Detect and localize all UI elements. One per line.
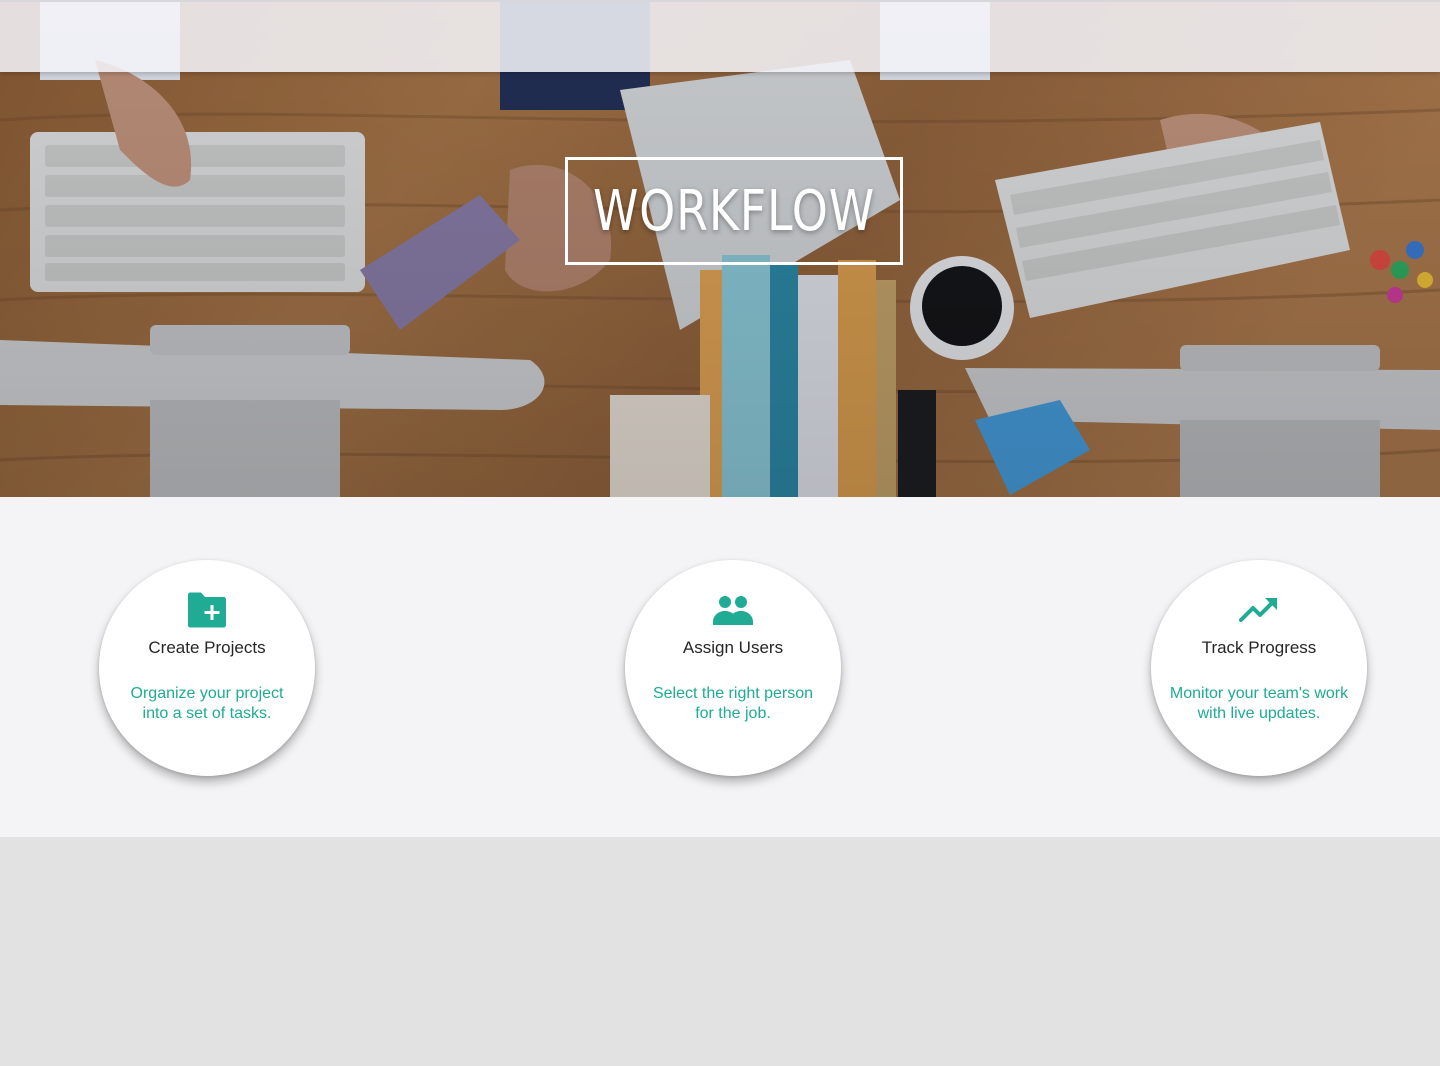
features-section: Create Projects Organize your project in… — [0, 497, 1440, 837]
feature-description: Select the right person for the job. — [652, 685, 814, 722]
users-icon — [713, 596, 753, 625]
top-navigation-bar — [0, 0, 1440, 72]
hero-title-frame: WORKFLOW — [565, 157, 903, 265]
feature-create-projects: Create Projects Organize your project in… — [99, 560, 315, 776]
feature-title: Track Progress — [1201, 638, 1317, 657]
hero-title: WORKFLOW — [592, 178, 876, 244]
feature-track-progress: Track Progress Monitor your team's work … — [1151, 560, 1367, 776]
feature-description: Monitor your team's work with live updat… — [1169, 685, 1349, 722]
landing-page: WORKFLOW Create Projects Organize your p… — [0, 0, 1440, 1066]
feature-description: Organize your project into a set of task… — [130, 685, 284, 722]
feature-assign-users: Assign Users Select the right person for… — [625, 560, 841, 776]
hero-banner: WORKFLOW — [0, 0, 1440, 497]
page-footer-area — [0, 837, 1440, 1066]
feature-title: Assign Users — [682, 638, 784, 657]
create-folder-icon — [188, 592, 226, 628]
feature-title: Create Projects — [148, 638, 266, 657]
trending-up-icon — [1239, 598, 1277, 622]
